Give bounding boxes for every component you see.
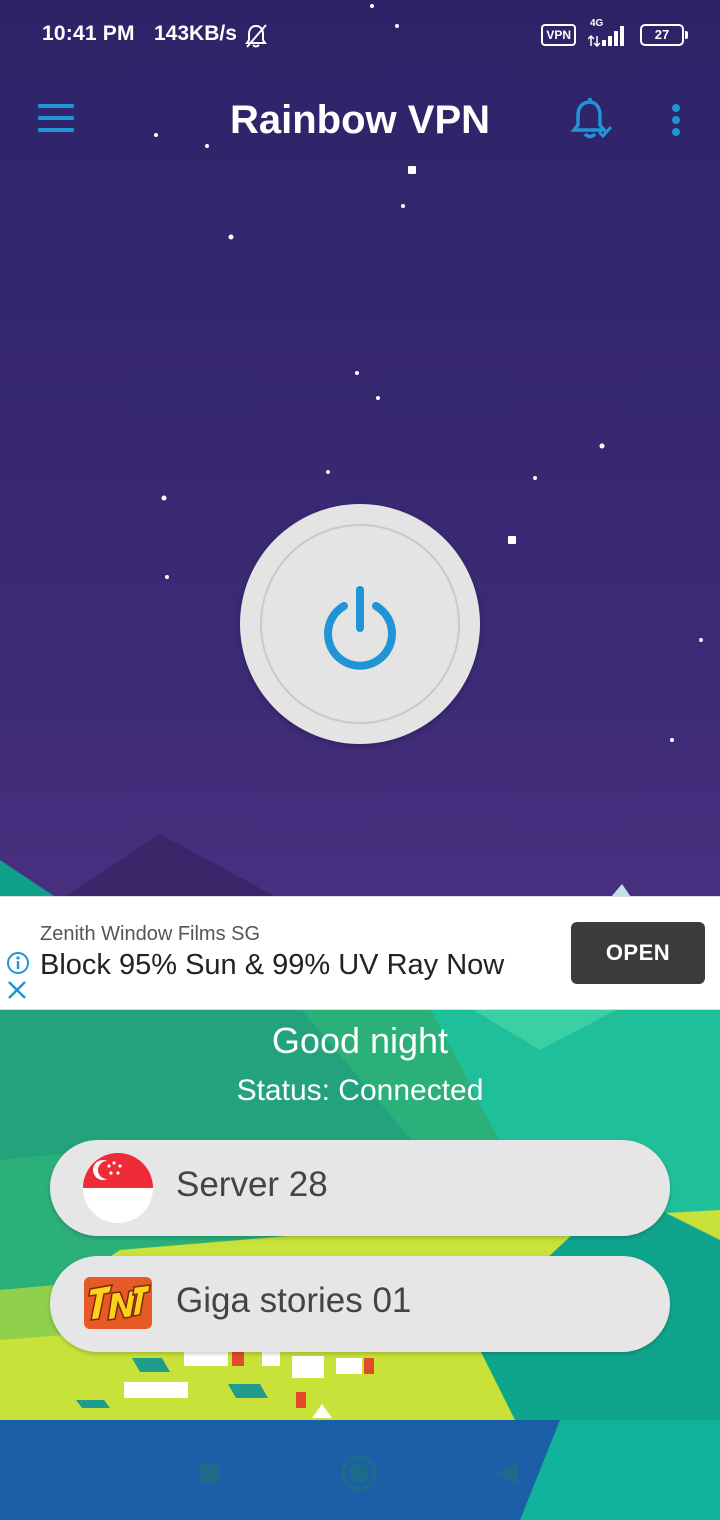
status-time: 10:41 PM bbox=[42, 22, 135, 45]
bell-off-icon bbox=[245, 24, 267, 48]
ad-headline[interactable]: Block 95% Sun & 99% UV Ray Now bbox=[40, 949, 504, 982]
connection-status: Status: Connected bbox=[236, 1074, 484, 1107]
connect-power-button[interactable] bbox=[240, 504, 480, 744]
server-selector[interactable]: Server 28 bbox=[50, 1140, 670, 1236]
ad-open-button[interactable]: OPEN bbox=[571, 922, 705, 984]
signal-4g-icon: 4G bbox=[588, 18, 628, 48]
back-icon[interactable] bbox=[482, 1448, 532, 1498]
ad-banner[interactable]: Zenith Window Films SG Block 95% Sun & 9… bbox=[0, 896, 720, 1010]
app-toolbar: Rainbow VPN bbox=[0, 80, 720, 164]
server-label: Server 28 bbox=[176, 1165, 328, 1204]
singapore-flag-icon bbox=[83, 1153, 153, 1223]
network-label: Giga stories 01 bbox=[176, 1281, 412, 1320]
system-navigation-bar bbox=[0, 1424, 720, 1520]
bell-check-icon[interactable] bbox=[566, 94, 618, 146]
more-vertical-icon[interactable] bbox=[656, 94, 696, 146]
network-speed: 143KB/s bbox=[154, 22, 237, 45]
status-bar: 10:41 PM 143KB/s VPN 4G 27 bbox=[0, 0, 720, 70]
greeting-text: Good night bbox=[271, 1020, 449, 1061]
tnt-logo-icon bbox=[84, 1277, 152, 1329]
battery-icon: 27 bbox=[640, 24, 688, 46]
info-icon[interactable] bbox=[6, 951, 30, 975]
close-icon[interactable] bbox=[6, 979, 28, 1001]
vpn-icon: VPN bbox=[541, 24, 576, 46]
recents-icon[interactable] bbox=[185, 1448, 235, 1498]
network-selector[interactable]: Giga stories 01 bbox=[50, 1256, 670, 1352]
home-icon[interactable] bbox=[334, 1448, 384, 1498]
power-icon bbox=[324, 586, 396, 670]
ad-advertiser: Zenith Window Films SG bbox=[40, 923, 261, 945]
